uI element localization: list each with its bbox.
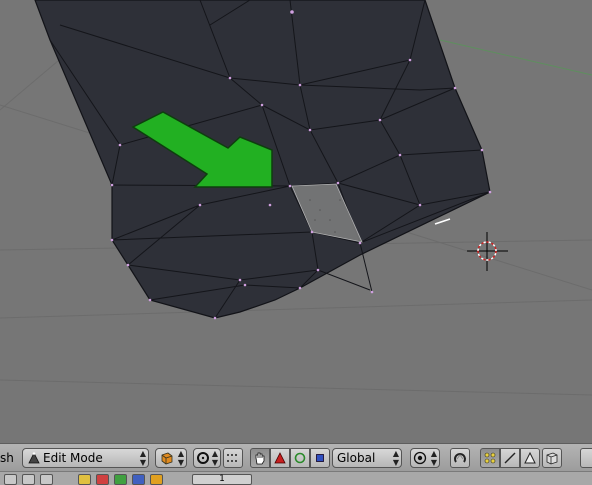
orientation-dropdown-label: Global [337,451,376,465]
rotate-circle-icon [294,452,306,464]
vertex-select-icon [484,452,496,464]
edit-mode-triangle-icon [28,452,40,464]
3d-view-header: sh Edit Mode ▲ ▼ ▲ ▼ ▲ ▼ Global ▲ ▼ ▲ ▼ [0,443,592,471]
face-select-icon [524,451,536,464]
edge-select-button[interactable] [500,448,520,468]
secondary-header: 1 [0,471,592,485]
rotate-manipulator-button[interactable] [290,448,310,468]
manipulator-toggle-button[interactable] [250,448,270,468]
window-type-button[interactable] [4,474,17,485]
dotted-widget-icon [227,454,237,462]
scene-button[interactable] [150,474,163,485]
hand-icon [255,452,265,465]
world-button[interactable] [132,474,145,485]
occlude-background-button[interactable] [542,448,562,468]
orientation-dropdown[interactable]: Global ▲ ▼ [332,448,402,468]
updown-arrows-icon: ▲ ▼ [211,449,218,467]
proportional-edit-dropdown[interactable]: ▲ ▼ [410,448,440,468]
face-select-button[interactable] [520,448,540,468]
snap-magnet-icon [454,453,466,463]
updown-arrows-icon: ▲ ▼ [177,449,184,467]
pivot-dropdown[interactable]: ▲ ▼ [193,448,221,468]
overflow-button[interactable] [580,448,592,468]
small-highlight-edge [434,218,451,225]
mode-dropdown[interactable]: Edit Mode ▲ ▼ [22,448,149,468]
vertex-select-button[interactable] [480,448,500,468]
pivot-icon [197,452,209,464]
edge-select-icon [504,452,516,464]
layer-number: 1 [219,474,225,484]
updown-arrows-icon: ▲ ▼ [392,449,399,467]
widget-toggle-button[interactable] [223,448,243,468]
scale-square-icon [316,454,324,462]
snap-toggle-button[interactable] [450,448,470,468]
draw-type-dropdown[interactable]: ▲ ▼ [155,448,187,468]
translate-manipulator-button[interactable] [270,448,290,468]
grid-view-button[interactable] [22,474,35,485]
light-button[interactable] [78,474,91,485]
mode-dropdown-label: Edit Mode [43,451,103,465]
cube-draw-type-icon [161,452,173,465]
3d-cursor-icon[interactable] [467,232,508,271]
layout-button[interactable] [40,474,53,485]
occlude-background-icon [546,452,558,465]
texture-button[interactable] [114,474,127,485]
mesh-menu-label[interactable]: sh [0,448,14,468]
3d-viewport[interactable] [0,0,592,443]
updown-arrows-icon: ▲ ▼ [430,449,437,467]
translate-triangle-icon [274,452,286,464]
updown-arrows-icon: ▲ ▼ [139,449,146,467]
green-axis-line [439,39,592,76]
layer-field[interactable]: 1 [192,474,252,485]
material-button[interactable] [96,474,109,485]
proportional-edit-icon [413,451,427,465]
scale-manipulator-button[interactable] [310,448,330,468]
